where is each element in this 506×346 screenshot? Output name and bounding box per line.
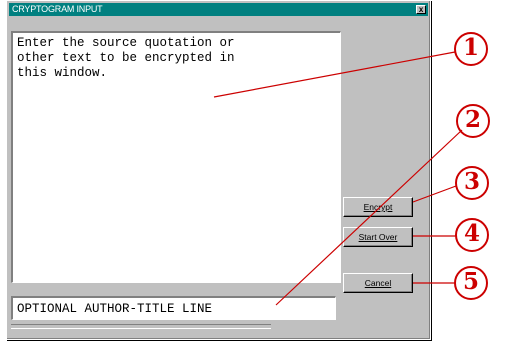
callout-5: 5 [454,266,488,300]
callout-1: 1 [454,32,488,66]
source-text-area[interactable]: Enter the source quotation or other text… [11,31,341,283]
callout-3: 3 [455,166,489,200]
author-title-field[interactable]: OPTIONAL AUTHOR-TITLE LINE [11,296,336,320]
status-strip [11,324,271,329]
callout-2: 2 [456,104,490,138]
window-title: CRYPTOGRAM INPUT [12,4,103,14]
close-button[interactable]: x [416,5,426,14]
callout-4: 4 [455,218,489,252]
close-icon: x [418,5,424,14]
encrypt-button[interactable]: Encrypt [343,197,413,217]
screenshot-root: CRYPTOGRAM INPUT x Enter the source quot… [0,0,506,346]
cancel-button[interactable]: Cancel [343,273,413,293]
title-bar: CRYPTOGRAM INPUT x [9,3,428,16]
start-over-button[interactable]: Start Over [343,227,413,247]
